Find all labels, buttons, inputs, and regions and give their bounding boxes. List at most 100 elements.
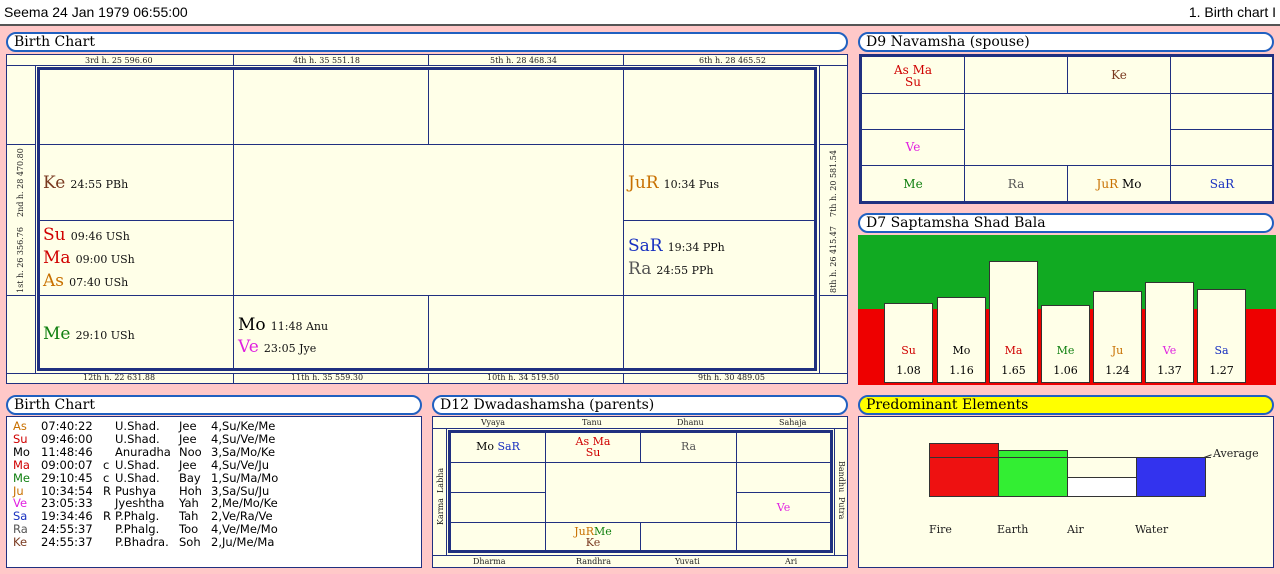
navamsha-cell[interactable] <box>1170 129 1274 166</box>
table-row[interactable]: Ma 09:00:07 c U.Shad. Jee 4,Su/Ve/Ju <box>13 457 413 472</box>
table-cell-p: Mo <box>13 444 30 459</box>
planet-name: Ve <box>238 337 259 357</box>
planet-entry: Ma 09:00 USh <box>43 248 135 268</box>
birth-chart-header[interactable]: Birth Chart <box>6 32 848 52</box>
navamsha-center <box>964 93 1171 166</box>
planet-name: Su <box>43 225 66 245</box>
table-cell-lords: 4,Su/Ke/Me <box>211 419 276 433</box>
elements-header[interactable]: Predominant Elements <box>858 395 1274 415</box>
table-cell-time: 29:10:45 <box>41 470 93 485</box>
table-cell-syl: Tah <box>179 509 199 524</box>
d12-cell[interactable] <box>450 522 546 551</box>
birth-chart-panel: 3rd h. 25 596.60 4th h. 35 551.18 5th h.… <box>6 54 848 384</box>
divider <box>428 373 429 384</box>
house3-label: 3rd h. 25 596.60 <box>85 56 153 65</box>
divider <box>433 555 847 556</box>
table-cell-time: 11:48:46 <box>41 444 93 459</box>
table-cell-nak: P.Bhadra. <box>115 535 169 550</box>
house4-cell[interactable] <box>233 69 429 145</box>
table-cell-nak: U.Shad. <box>115 470 160 485</box>
water-label: Water <box>1135 523 1169 536</box>
table-cell-flag: R <box>103 483 111 498</box>
bar-planet: Su <box>901 344 916 357</box>
table-cell-syl: Jee <box>179 419 197 433</box>
fire-label: Fire <box>929 523 952 536</box>
fire-bar <box>929 443 999 497</box>
table-cell-lords: 1,Su/Ma/Mo <box>211 470 279 485</box>
house5-cell[interactable] <box>428 69 624 145</box>
water-bar <box>1136 457 1206 497</box>
planet-label: Su <box>905 75 921 89</box>
table-cell-syl: Bay <box>179 470 201 485</box>
navamsha-cell[interactable] <box>861 93 965 130</box>
planet-degree: 09:00 USh <box>75 253 135 266</box>
table-cell-p: Ju <box>13 483 24 498</box>
table-row[interactable]: As 07:40:22 U.Shad. Jee 4,Su/Ke/Me <box>13 419 413 433</box>
table-cell-lords: 4,Su/Ve/Me <box>211 431 276 446</box>
saptamsha-header[interactable]: D7 Saptamsha Shad Bala <box>858 213 1274 233</box>
dwadashamsha-header[interactable]: D12 Dwadashamsha (parents) <box>432 395 848 415</box>
d12-cell[interactable] <box>640 522 737 551</box>
house8-cell[interactable] <box>623 220 815 296</box>
house3-cell[interactable] <box>39 69 234 145</box>
d12-cell[interactable] <box>736 462 831 493</box>
bar-planet: Me <box>1056 344 1075 357</box>
house8-label: 8th h. 26 415.47 <box>829 226 838 293</box>
d12-cell[interactable] <box>450 462 546 493</box>
table-row[interactable]: Ve 23:05:33 Jyeshtha Yah 2,Me/Mo/Ke <box>13 496 413 511</box>
house2-label: 2nd h. 28 470.80 <box>16 148 25 217</box>
house-label: Dhanu <box>677 418 704 427</box>
planet-degree: 10:34 Pus <box>663 178 719 191</box>
table-row[interactable]: Sa 19:34:46 R P.Phalg. Tah 2,Ve/Ra/Ve <box>13 509 413 524</box>
navamsha-header[interactable]: D9 Navamsha (spouse) <box>858 32 1274 52</box>
table-cell-syl: Jee <box>179 457 197 472</box>
table-row[interactable]: Ju 10:34:54 R Pushya Hoh 3,Sa/Su/Ju <box>13 483 413 498</box>
navamsha-cell[interactable] <box>1170 56 1274 94</box>
divider <box>7 373 847 374</box>
planet-degree: 23:05 Jye <box>263 342 317 355</box>
planet-name: As <box>43 271 65 291</box>
shad-bala-bar-ju: Ju 1.24 <box>1093 291 1142 383</box>
birth-table-header[interactable]: Birth Chart <box>6 395 422 415</box>
table-cell-flag: c <box>103 470 110 485</box>
divider <box>623 55 624 65</box>
divider <box>233 55 234 65</box>
table-cell-lords: 3,Sa/Mo/Ke <box>211 444 276 459</box>
planet-name: JuR <box>628 173 659 193</box>
bar-value: 1.37 <box>1157 364 1182 377</box>
table-cell-time: 07:40:22 <box>41 419 93 433</box>
table-row[interactable]: Ke 24:55:37 P.Bhadra. Soh 2,Ju/Me/Ma <box>13 535 413 550</box>
table-row[interactable]: Su 09:46:00 U.Shad. Jee 4,Su/Ve/Me <box>13 431 413 446</box>
d12-cell[interactable] <box>736 522 831 551</box>
planet-degree: 24:55 PBh <box>70 178 129 191</box>
earth-label: Earth <box>997 523 1029 536</box>
bar-planet: Ma <box>1004 344 1023 357</box>
navamsha-cell[interactable] <box>1170 93 1274 130</box>
d12-cell[interactable] <box>450 492 546 523</box>
table-row[interactable]: Mo 11:48:46 Anuradha Noo 3,Sa/Mo/Ke <box>13 444 413 459</box>
table-cell-lords: 3,Sa/Su/Ju <box>211 483 270 498</box>
house6-cell[interactable] <box>623 69 815 145</box>
table-row[interactable]: Me 29:10:45 c U.Shad. Bay 1,Su/Ma/Mo <box>13 470 413 485</box>
planet-label: Me <box>903 177 923 191</box>
navamsha-cell[interactable] <box>964 56 1068 94</box>
table-cell-p: Ma <box>13 457 30 472</box>
planet-entry: Ke 24:55 PBh <box>43 173 128 193</box>
house9-cell[interactable] <box>623 295 815 369</box>
average-label: Average <box>1213 447 1259 460</box>
house10-label: 10th h. 34 519.50 <box>487 373 560 382</box>
table-row[interactable]: Ra 24:55:37 P.Phalg. Too 4,Ve/Me/Mo <box>13 522 413 537</box>
table-cell-syl: Yah <box>179 496 199 511</box>
planet-label: SaR <box>1209 177 1235 191</box>
d12-cell[interactable] <box>736 432 831 463</box>
table-cell-p: Sa <box>13 509 28 524</box>
planet-entry: As 07:40 USh <box>43 271 128 291</box>
title-bar: Seema 24 Jan 1979 06:55:00 1. Birth char… <box>0 0 1280 26</box>
house4-label: 4th h. 35 551.18 <box>293 56 360 65</box>
house10-cell[interactable] <box>428 295 624 369</box>
table-cell-lords: 4,Su/Ve/Ju <box>211 457 270 472</box>
divider <box>35 65 36 373</box>
table-cell-time: 24:55:37 <box>41 522 93 537</box>
chart-center <box>233 144 624 296</box>
house-label: Yuvati <box>675 557 700 566</box>
